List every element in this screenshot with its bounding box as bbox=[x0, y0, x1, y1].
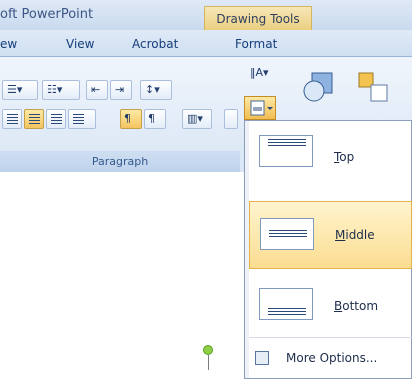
ltr-paragraph-icon: ¶ bbox=[124, 112, 131, 125]
paragraph-group-label: Paragraph bbox=[0, 151, 240, 172]
menu-item-middle-label: Middle bbox=[335, 228, 375, 242]
ribbon-scroll-handle[interactable] bbox=[224, 109, 238, 129]
arrange-gallery-icon[interactable] bbox=[355, 69, 393, 105]
paragraph-group: ☰▾ ☷▾ ⇤ ⇥ ↕▾ ¶ ¶ ▥▾ Paragraph bbox=[0, 57, 240, 172]
align-left-button[interactable] bbox=[2, 109, 22, 129]
bullets-icon: ☰▾ bbox=[7, 83, 23, 96]
top-alignment-icon bbox=[259, 135, 313, 167]
increase-indent-icon: ⇥ bbox=[115, 83, 125, 96]
align-right-button[interactable] bbox=[46, 109, 66, 129]
numbering-button[interactable]: ☷▾ bbox=[42, 80, 80, 100]
menu-item-bottom-label: Bottom bbox=[334, 299, 379, 313]
increase-indent-button[interactable]: ⇥ bbox=[110, 80, 132, 100]
more-options-icon bbox=[255, 351, 269, 365]
line-spacing-icon: ↕▾ bbox=[145, 83, 160, 96]
align-text-button[interactable] bbox=[244, 96, 276, 120]
align-center-icon bbox=[29, 114, 40, 125]
more-options-label: More Options... bbox=[286, 351, 378, 365]
menu-item-top-rest: op bbox=[339, 150, 355, 164]
justify-button[interactable] bbox=[68, 109, 96, 129]
ltr-direction-button[interactable]: ¶ bbox=[120, 109, 142, 129]
menu-item-middle-rest: iddle bbox=[345, 228, 375, 242]
more-options-item[interactable]: More Options... bbox=[249, 341, 412, 377]
numbering-icon: ☷▾ bbox=[47, 83, 63, 96]
bullets-button[interactable]: ☰▾ bbox=[2, 80, 38, 100]
shapes-gallery-icon[interactable] bbox=[300, 69, 340, 105]
rotation-handle[interactable] bbox=[203, 345, 213, 355]
decrease-indent-button[interactable]: ⇤ bbox=[86, 80, 108, 100]
app-title: oft PowerPoint bbox=[0, 7, 94, 22]
decrease-indent-icon: ⇤ bbox=[91, 83, 101, 96]
columns-icon: ▥▾ bbox=[187, 112, 203, 125]
tab-acrobat[interactable]: Acrobat bbox=[132, 37, 178, 51]
line-spacing-button[interactable]: ↕▾ bbox=[140, 80, 172, 100]
align-text-dropdown: Top Middle Bottom More Options... bbox=[244, 120, 412, 379]
middle-alignment-icon bbox=[260, 218, 314, 250]
rtl-direction-button[interactable]: ¶ bbox=[144, 109, 166, 129]
align-text-icon bbox=[250, 100, 273, 116]
menu-item-middle[interactable]: Middle bbox=[249, 201, 412, 269]
tab-format[interactable]: Format bbox=[235, 37, 277, 51]
drawing-tools-context-tab: Drawing Tools bbox=[204, 6, 312, 30]
menu-item-top-label: Top bbox=[334, 150, 355, 164]
align-center-button[interactable] bbox=[24, 109, 44, 129]
menu-item-top[interactable]: Top bbox=[249, 123, 412, 191]
text-direction-button[interactable]: ‖A▾ bbox=[250, 66, 269, 79]
columns-button[interactable]: ▥▾ bbox=[182, 109, 212, 129]
menu-item-bottom-rest: ottom bbox=[342, 299, 379, 313]
tab-review[interactable]: ew bbox=[0, 37, 17, 51]
align-right-icon bbox=[51, 114, 62, 125]
text-direction-icon: ‖A▾ bbox=[250, 66, 269, 79]
tab-view[interactable]: View bbox=[66, 37, 94, 51]
menu-item-bottom[interactable]: Bottom bbox=[249, 271, 412, 339]
title-bar: oft PowerPoint Drawing Tools bbox=[0, 0, 412, 30]
align-left-icon bbox=[7, 114, 18, 125]
justify-icon bbox=[73, 114, 84, 125]
rotation-handle-line bbox=[208, 355, 209, 370]
ribbon-tabs: ew View Acrobat Format bbox=[0, 30, 412, 57]
bottom-alignment-icon bbox=[259, 288, 313, 320]
rtl-paragraph-icon: ¶ bbox=[148, 112, 155, 125]
